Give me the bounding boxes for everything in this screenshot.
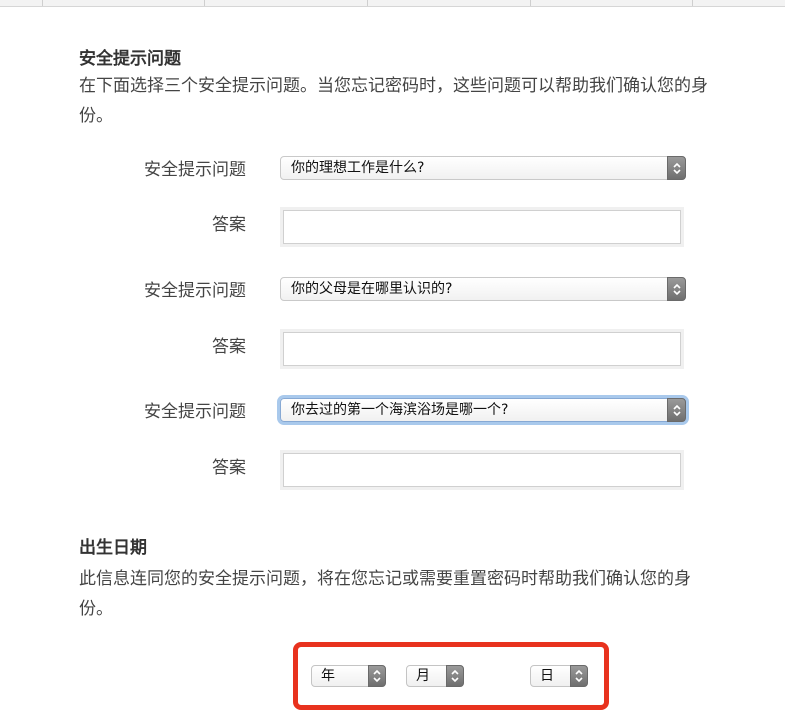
security-question-2-select[interactable]: 你的父母是在哪里认识的? xyxy=(280,277,686,301)
up-down-chevron-icon[interactable] xyxy=(570,665,588,687)
answer-3-label: 答案 xyxy=(212,458,246,478)
security-question-3-value: 你去过的第一个海滨浴场是哪一个? xyxy=(291,402,509,418)
up-down-chevron-icon[interactable] xyxy=(667,277,686,301)
security-question-3-select[interactable]: 你去过的第一个海滨浴场是哪一个? xyxy=(280,398,686,422)
top-tab-strip xyxy=(0,0,785,7)
security-question-1-label: 安全提示问题 xyxy=(144,160,246,180)
tab-divider xyxy=(692,0,693,6)
tab-divider xyxy=(42,0,43,6)
security-question-3-label: 安全提示问题 xyxy=(144,402,246,422)
answer-2-label: 答案 xyxy=(212,337,246,357)
up-down-chevron-icon[interactable] xyxy=(368,665,386,687)
up-down-chevron-icon[interactable] xyxy=(446,665,464,687)
birthdate-section-title: 出生日期 xyxy=(79,538,147,558)
answer-2-input[interactable] xyxy=(283,332,681,366)
security-question-1-select[interactable]: 你的理想工作是什么? xyxy=(280,156,686,180)
birth-day-select[interactable]: 日 xyxy=(530,665,588,687)
security-section-description: 在下面选择三个安全提示问题。当您忘记密码时，这些问题可以帮助我们确认您的身份。 xyxy=(79,76,708,126)
birth-day-value: 日 xyxy=(540,668,554,684)
birth-month-value: 月 xyxy=(416,668,430,684)
up-down-chevron-icon[interactable] xyxy=(667,398,686,422)
security-question-1-value: 你的理想工作是什么? xyxy=(291,160,425,176)
answer-3-input[interactable] xyxy=(283,453,681,487)
birthdate-section-description: 此信息连同您的安全提示问题，将在您忘记或需要重置密码时帮助我们确认您的身份。 xyxy=(79,569,691,619)
answer-1-input[interactable] xyxy=(283,210,681,244)
security-section-title: 安全提示问题 xyxy=(79,49,181,69)
up-down-chevron-icon[interactable] xyxy=(667,156,686,180)
birth-year-value: 年 xyxy=(321,668,335,684)
birth-year-select[interactable]: 年 xyxy=(311,665,386,687)
tab-divider xyxy=(530,0,531,6)
answer-1-label: 答案 xyxy=(212,215,246,235)
security-question-2-value: 你的父母是在哪里认识的? xyxy=(291,281,453,297)
security-question-2-label: 安全提示问题 xyxy=(144,281,246,301)
birth-month-select[interactable]: 月 xyxy=(406,665,464,687)
tab-divider xyxy=(367,0,368,6)
tab-divider xyxy=(204,0,205,6)
